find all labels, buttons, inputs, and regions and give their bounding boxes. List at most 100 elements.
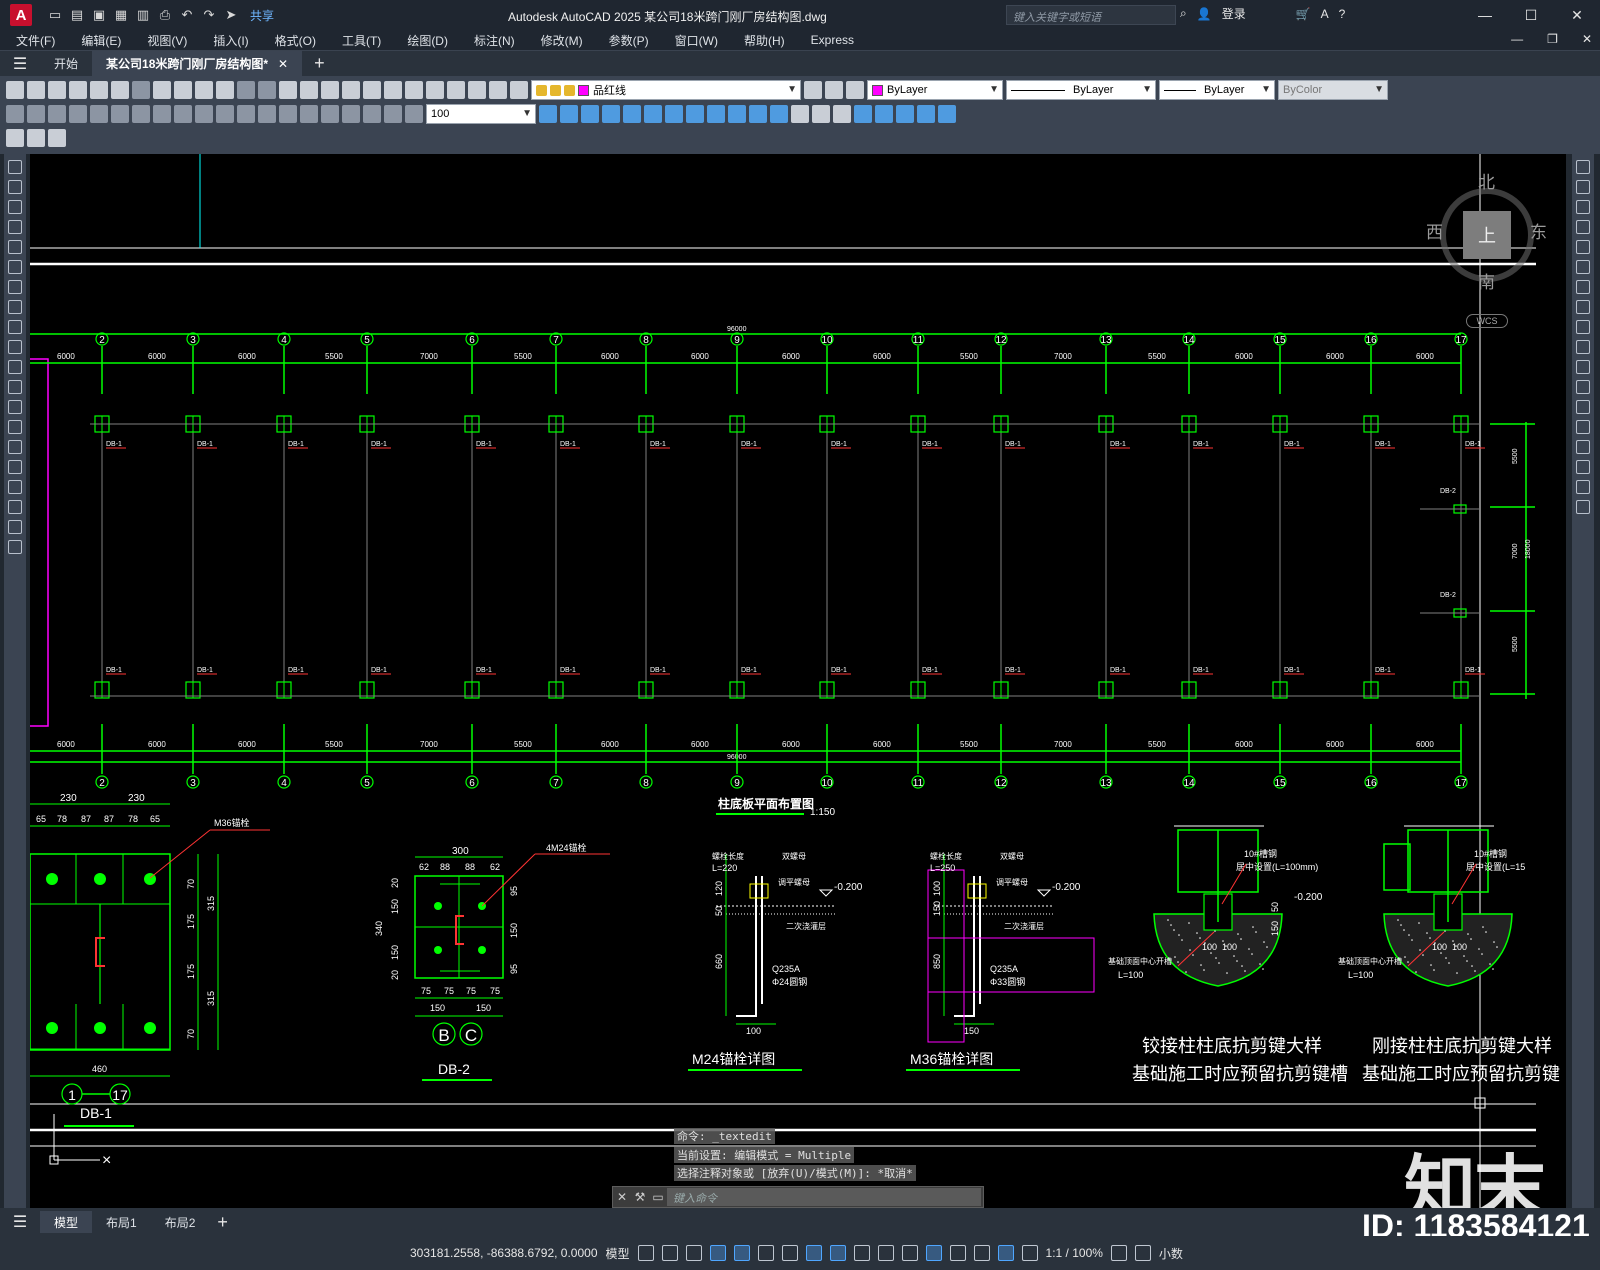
chevron-down-icon[interactable]: ▼ bbox=[1374, 84, 1384, 95]
thicken-icon[interactable] bbox=[749, 105, 767, 123]
autocad-logo[interactable]: A bbox=[10, 4, 32, 26]
solid-intersect-icon[interactable] bbox=[602, 105, 620, 123]
new-tab-icon[interactable]: + bbox=[314, 53, 325, 74]
menu-file[interactable]: 文件(F) bbox=[0, 32, 65, 49]
move-icon[interactable] bbox=[1576, 260, 1590, 274]
share-button[interactable]: 共享 bbox=[250, 7, 274, 24]
linear-dim-icon[interactable] bbox=[6, 105, 24, 123]
annotation-monitor-icon[interactable] bbox=[1134, 1245, 1151, 1261]
linetype-combo[interactable]: ByLayer ▼ bbox=[1006, 80, 1156, 100]
copy-object-icon[interactable] bbox=[1576, 180, 1590, 194]
layer-on-icon[interactable] bbox=[536, 84, 547, 96]
calculator-icon[interactable] bbox=[468, 81, 486, 99]
rotate-3d-icon[interactable] bbox=[875, 105, 893, 123]
workspace-icon[interactable] bbox=[1110, 1245, 1127, 1261]
share-icon[interactable]: ➤ bbox=[222, 6, 240, 24]
preview-icon[interactable] bbox=[90, 81, 108, 99]
menu-express[interactable]: Express bbox=[795, 33, 864, 47]
matchprop-icon[interactable] bbox=[195, 81, 213, 99]
radius-dim-icon[interactable] bbox=[90, 105, 108, 123]
baseline-dim-icon[interactable] bbox=[195, 105, 213, 123]
jogged-linear-icon[interactable] bbox=[342, 105, 360, 123]
minimize-icon[interactable]: — bbox=[1462, 0, 1508, 30]
construction-line-icon[interactable] bbox=[8, 180, 22, 194]
sweep-icon[interactable] bbox=[665, 105, 683, 123]
doc-restore-icon[interactable]: ❐ bbox=[1547, 32, 1558, 46]
menu-dimension[interactable]: 标注(N) bbox=[458, 32, 525, 49]
break-icon[interactable] bbox=[1576, 400, 1590, 414]
tolerance-icon[interactable] bbox=[279, 105, 297, 123]
jogged-dim-icon[interactable] bbox=[111, 105, 129, 123]
layer-properties-icon[interactable] bbox=[510, 81, 528, 99]
break-at-point-icon[interactable] bbox=[1576, 380, 1590, 394]
trim-icon[interactable] bbox=[1576, 340, 1590, 354]
continue-dim-icon[interactable] bbox=[216, 105, 234, 123]
tab-drawing[interactable]: 某公司18米跨门刚厂房结构图* ✕ bbox=[92, 50, 303, 77]
dim-space-icon[interactable] bbox=[237, 105, 255, 123]
save-tool-icon[interactable] bbox=[48, 81, 66, 99]
user-icon[interactable]: 👤 bbox=[1197, 7, 1212, 21]
chamfer-icon[interactable] bbox=[1576, 440, 1590, 454]
search-input[interactable]: 键入关键字或短语 bbox=[1006, 5, 1176, 25]
solid-subtract-icon[interactable] bbox=[581, 105, 599, 123]
coordinates-readout[interactable]: 303181.2558, -86388.6792, 0.0000 bbox=[410, 1246, 598, 1260]
solid-union-icon[interactable] bbox=[560, 105, 578, 123]
diameter-dim-icon[interactable] bbox=[132, 105, 150, 123]
solid-box-icon[interactable] bbox=[539, 105, 557, 123]
layer-combo[interactable]: 品红线 ▼ bbox=[531, 80, 801, 100]
chevron-down-icon[interactable]: ▼ bbox=[522, 108, 532, 119]
ellipse-icon[interactable] bbox=[8, 340, 22, 354]
hatch-icon[interactable] bbox=[8, 440, 22, 454]
infer-constraints-icon[interactable] bbox=[685, 1245, 702, 1261]
menu-edit[interactable]: 编辑(E) bbox=[65, 32, 131, 49]
mirror-icon[interactable] bbox=[1576, 200, 1590, 214]
layer-states-icon[interactable] bbox=[846, 81, 864, 99]
recent-commands-icon[interactable]: ▭ bbox=[649, 1190, 667, 1204]
arc-icon[interactable] bbox=[8, 260, 22, 274]
array-icon[interactable] bbox=[1576, 240, 1590, 254]
revolve-icon[interactable] bbox=[644, 105, 662, 123]
circle-icon[interactable] bbox=[8, 280, 22, 294]
slice-icon[interactable] bbox=[728, 105, 746, 123]
menu-insert[interactable]: 插入(I) bbox=[197, 32, 258, 49]
auto-scale-icon[interactable] bbox=[1021, 1245, 1038, 1261]
annotation-visibility-icon[interactable] bbox=[997, 1245, 1014, 1261]
customize-icon[interactable]: ⚒ bbox=[631, 1190, 649, 1204]
join-icon[interactable] bbox=[1576, 420, 1590, 434]
spline-icon[interactable] bbox=[8, 320, 22, 334]
fillet-icon[interactable] bbox=[1576, 460, 1590, 474]
tab-close-icon[interactable]: ✕ bbox=[278, 57, 288, 71]
maximize-icon[interactable]: ☐ bbox=[1508, 0, 1554, 30]
undo-icon[interactable]: ↶ bbox=[178, 6, 196, 24]
render-icon[interactable] bbox=[812, 105, 830, 123]
dynamic-input-icon[interactable] bbox=[709, 1245, 726, 1261]
doc-close-icon[interactable]: ✕ bbox=[1582, 32, 1592, 46]
rectangle-icon[interactable] bbox=[8, 240, 22, 254]
compass-west[interactable]: 西 bbox=[1426, 218, 1443, 243]
dim-edit-icon[interactable] bbox=[363, 105, 381, 123]
compass-south[interactable]: 南 bbox=[1478, 268, 1495, 293]
selection-filter-icon[interactable] bbox=[973, 1245, 990, 1261]
save-icon[interactable]: ▣ bbox=[90, 6, 108, 24]
cut-icon[interactable] bbox=[132, 81, 150, 99]
rotate-icon[interactable] bbox=[1576, 280, 1590, 294]
add-selected-icon[interactable] bbox=[8, 540, 22, 554]
center-mark-icon[interactable] bbox=[300, 105, 318, 123]
menu-view[interactable]: 视图(V) bbox=[131, 32, 197, 49]
loft-icon[interactable] bbox=[686, 105, 704, 123]
viewcube[interactable]: 上 北 南 西 东 bbox=[1426, 173, 1547, 294]
plotstyle-combo[interactable]: ByColor ▼ bbox=[1278, 80, 1388, 100]
paste-icon[interactable] bbox=[174, 81, 192, 99]
isodraft-icon[interactable] bbox=[781, 1245, 798, 1261]
tab-model[interactable]: 模型 bbox=[40, 1211, 93, 1233]
erase-icon[interactable] bbox=[1576, 160, 1590, 174]
blend-curves-icon[interactable] bbox=[1576, 480, 1590, 494]
copy-icon[interactable] bbox=[153, 81, 171, 99]
help-tool-icon[interactable] bbox=[489, 81, 507, 99]
menu-draw[interactable]: 绘图(D) bbox=[391, 32, 458, 49]
explode-icon[interactable] bbox=[1576, 500, 1590, 514]
make-current-icon[interactable] bbox=[804, 81, 822, 99]
save-as-icon[interactable]: ▦ bbox=[112, 6, 130, 24]
close-icon[interactable]: ✕ bbox=[613, 1190, 631, 1204]
publish-icon[interactable] bbox=[111, 81, 129, 99]
